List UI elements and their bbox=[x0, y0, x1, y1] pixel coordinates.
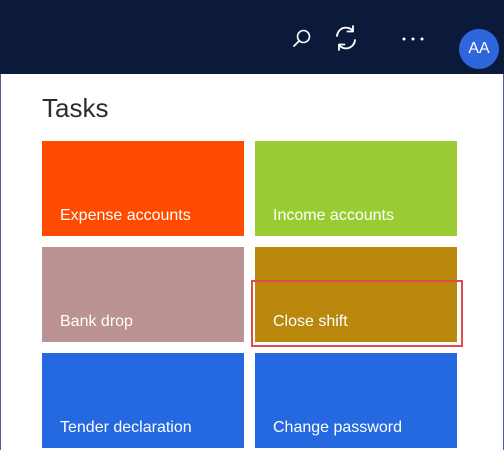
tile-income-accounts[interactable]: Income accounts bbox=[255, 141, 457, 236]
tile-close-shift[interactable]: Close shift bbox=[255, 247, 457, 342]
tile-tender-declaration[interactable]: Tender declaration bbox=[42, 353, 244, 448]
top-bar: AA bbox=[0, 0, 504, 74]
tile-expense-accounts[interactable]: Expense accounts bbox=[42, 141, 244, 236]
search-icon bbox=[293, 29, 311, 47]
page-title: Tasks bbox=[42, 93, 109, 123]
refresh-icon bbox=[336, 25, 356, 51]
tile-label: Close shift bbox=[273, 313, 348, 330]
refresh-button[interactable] bbox=[331, 23, 361, 53]
tile-label: Change password bbox=[273, 419, 402, 436]
tile-label: Tender declaration bbox=[60, 419, 192, 436]
search-button[interactable] bbox=[287, 24, 317, 54]
tile-label: Expense accounts bbox=[60, 207, 191, 224]
tile-bank-drop[interactable]: Bank drop bbox=[42, 247, 244, 342]
tile-label: Income accounts bbox=[273, 207, 394, 224]
user-avatar[interactable]: AA bbox=[459, 29, 499, 69]
tile-change-password[interactable]: Change password bbox=[255, 353, 457, 448]
more-icon bbox=[402, 37, 424, 41]
more-options-button[interactable] bbox=[398, 24, 428, 54]
tile-label: Bank drop bbox=[60, 313, 133, 330]
